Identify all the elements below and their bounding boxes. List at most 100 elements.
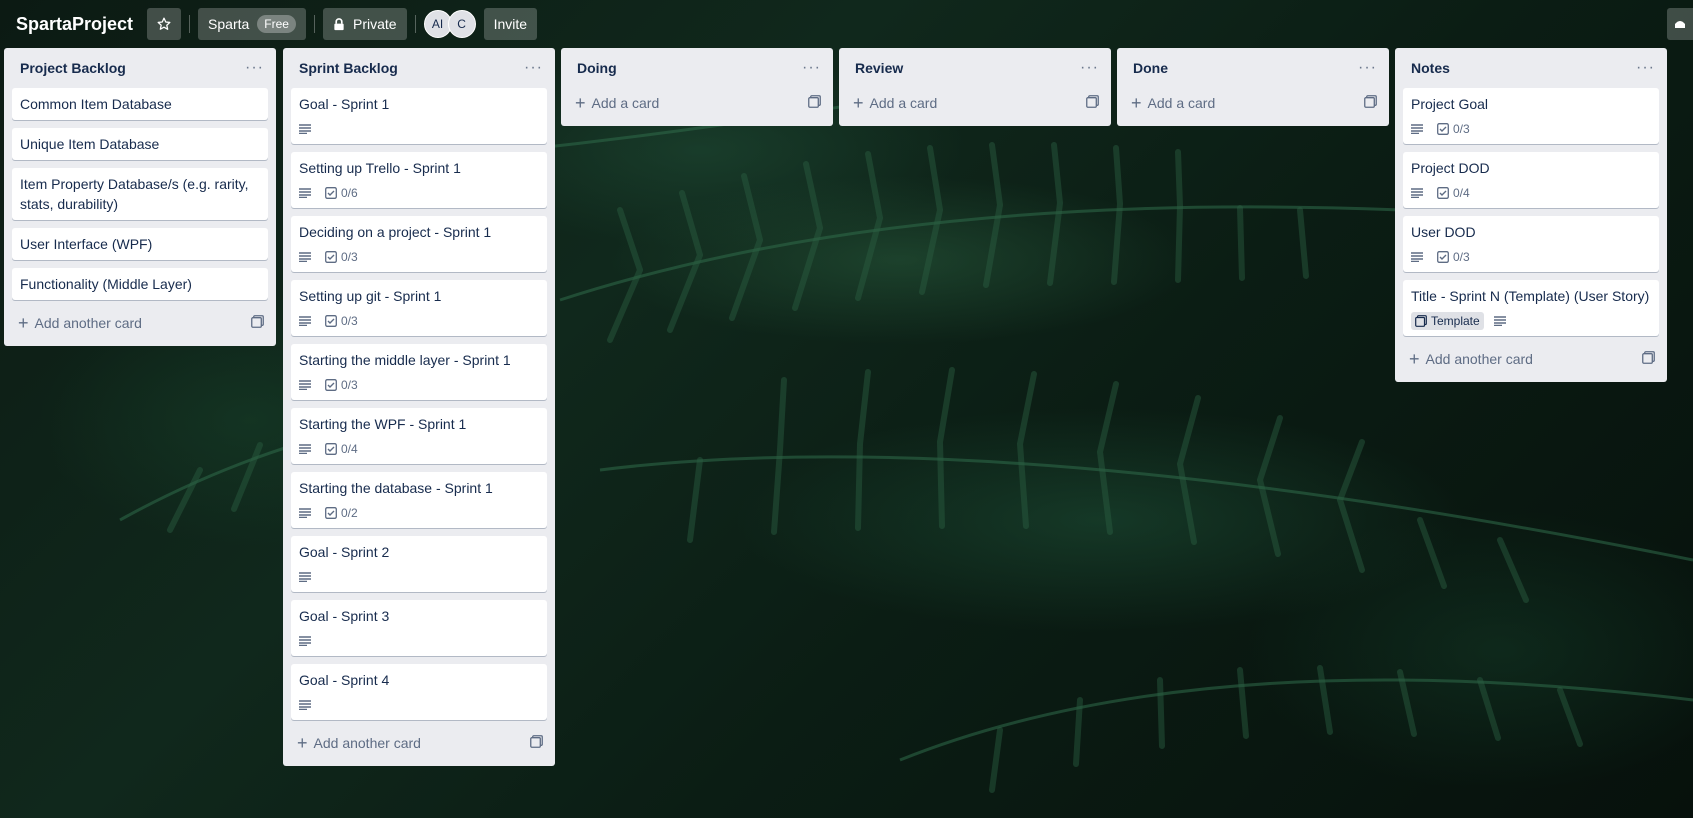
description-icon xyxy=(299,636,311,646)
card[interactable]: Goal - Sprint 1 xyxy=(291,88,547,144)
create-from-template-button[interactable] xyxy=(808,95,821,111)
list-title[interactable]: Doing xyxy=(577,60,617,76)
checklist-icon xyxy=(325,251,337,263)
checklist-badge: 0/6 xyxy=(325,186,358,200)
checklist-badge: 0/4 xyxy=(325,442,358,456)
list-sprint-backlog[interactable]: Sprint Backlog ··· Goal - Sprint 1 Setting … xyxy=(283,48,555,766)
list-doing[interactable]: Doing ··· + Add a card xyxy=(561,48,833,126)
description-badge xyxy=(299,508,315,518)
checklist-count: 0/4 xyxy=(1453,186,1470,200)
description-icon xyxy=(299,252,311,262)
checklist-icon xyxy=(325,443,337,455)
card[interactable]: Project Goal 0/3 xyxy=(1403,88,1659,144)
card-badges: 0/3 xyxy=(299,246,539,268)
list-title[interactable]: Review xyxy=(855,60,903,76)
list-review[interactable]: Review ··· + Add a card xyxy=(839,48,1111,126)
card[interactable]: Common Item Database xyxy=(12,88,268,120)
description-badge xyxy=(299,188,315,198)
list-actions-icon[interactable]: ··· xyxy=(245,59,264,77)
card-template-icon xyxy=(1364,95,1377,108)
list-actions-icon[interactable]: ··· xyxy=(802,59,821,77)
card-badges: Template xyxy=(1411,310,1651,332)
card-badges: 0/3 xyxy=(1411,246,1651,268)
card-template-icon xyxy=(251,315,264,328)
add-card-button[interactable]: + Add a card xyxy=(1125,88,1381,118)
card[interactable]: Project DOD 0/4 xyxy=(1403,152,1659,208)
checklist-badge: 0/2 xyxy=(325,506,358,520)
create-from-template-button[interactable] xyxy=(530,735,543,751)
list-notes[interactable]: Notes ··· Project Goal 0/3 Project DOD 0/4 Use… xyxy=(1395,48,1667,382)
card[interactable]: Setting up git - Sprint 1 0/3 xyxy=(291,280,547,336)
card[interactable]: Starting the database - Sprint 1 0/2 xyxy=(291,472,547,528)
card-template-icon xyxy=(530,735,543,748)
add-card-button[interactable]: + Add another card xyxy=(291,728,547,758)
card[interactable]: Goal - Sprint 2 xyxy=(291,536,547,592)
avatar[interactable]: C xyxy=(447,10,476,38)
menu-icon xyxy=(1675,21,1685,28)
description-badge xyxy=(299,572,315,582)
card-title: Goal - Sprint 4 xyxy=(299,672,390,688)
separator xyxy=(189,15,191,33)
checklist-badge: 0/3 xyxy=(325,314,358,328)
card[interactable]: Goal - Sprint 4 xyxy=(291,664,547,720)
add-card-button[interactable]: + Add another card xyxy=(12,308,268,338)
list-title[interactable]: Project Backlog xyxy=(20,60,126,76)
card[interactable]: Deciding on a project - Sprint 1 0/3 xyxy=(291,216,547,272)
card[interactable]: Starting the WPF - Sprint 1 0/4 xyxy=(291,408,547,464)
list-project-backlog[interactable]: Project Backlog ··· Common Item Database Un… xyxy=(4,48,276,346)
card[interactable]: Title - Sprint N (Template) (User Story)… xyxy=(1403,280,1659,336)
description-icon xyxy=(299,444,311,454)
add-card-button[interactable]: + Add a card xyxy=(569,88,825,118)
create-from-template-button[interactable] xyxy=(1086,95,1099,111)
lock-icon xyxy=(334,17,344,30)
card[interactable]: Setting up Trello - Sprint 1 0/6 xyxy=(291,152,547,208)
plus-icon: + xyxy=(575,93,586,113)
list-actions-icon[interactable]: ··· xyxy=(1358,59,1377,77)
checklist-icon xyxy=(325,507,337,519)
workspace-button[interactable]: Sparta Free xyxy=(198,8,306,40)
star-button[interactable] xyxy=(147,8,182,40)
list-actions-icon[interactable]: ··· xyxy=(524,59,543,77)
workspace-name: Sparta xyxy=(208,16,250,32)
card-badges xyxy=(299,694,539,716)
card[interactable]: Unique Item Database xyxy=(12,128,268,160)
visibility-button[interactable]: Private xyxy=(322,8,407,40)
card-title: Project Goal xyxy=(1411,96,1489,112)
card[interactable]: User DOD 0/3 xyxy=(1403,216,1659,272)
add-card-button[interactable]: + Add a card xyxy=(847,88,1103,118)
card-title: Project DOD xyxy=(1411,160,1490,176)
list-done[interactable]: Done ··· + Add a card xyxy=(1117,48,1389,126)
checklist-count: 0/3 xyxy=(341,314,358,328)
card-title: Starting the middle layer - Sprint 1 xyxy=(299,352,511,368)
description-badge xyxy=(299,252,315,262)
create-from-template-button[interactable] xyxy=(251,315,264,331)
card[interactable]: Starting the middle layer - Sprint 1 0/3 xyxy=(291,344,547,400)
card[interactable]: Functionality (Middle Layer) xyxy=(12,268,268,300)
card-template-icon xyxy=(808,95,821,108)
card-badges xyxy=(299,630,539,652)
checklist-badge: 0/3 xyxy=(1437,250,1470,264)
description-icon xyxy=(299,572,311,582)
description-badge xyxy=(299,380,315,390)
card-badges: 0/2 xyxy=(299,502,539,524)
list-actions-icon[interactable]: ··· xyxy=(1080,59,1099,77)
list-actions-icon[interactable]: ··· xyxy=(1636,59,1655,77)
card-badges: 0/3 xyxy=(299,374,539,396)
list-title[interactable]: Done xyxy=(1133,60,1168,76)
show-menu-button[interactable] xyxy=(1667,8,1693,40)
card[interactable]: User Interface (WPF) xyxy=(12,228,268,260)
create-from-template-button[interactable] xyxy=(1364,95,1377,111)
board-title[interactable]: SpartaProject xyxy=(8,14,141,35)
list-header: Doing ··· xyxy=(569,48,825,88)
create-from-template-button[interactable] xyxy=(1642,351,1655,367)
add-card-button[interactable]: + Add another card xyxy=(1403,344,1659,374)
card-title: Functionality (Middle Layer) xyxy=(20,276,192,292)
card-template-icon xyxy=(1086,95,1099,108)
card[interactable]: Item Property Database/s (e.g. rarity, s… xyxy=(12,168,268,220)
separator xyxy=(414,15,416,33)
invite-button[interactable]: Invite xyxy=(483,8,538,40)
list-header: Sprint Backlog ··· xyxy=(291,48,547,88)
list-title[interactable]: Notes xyxy=(1411,60,1450,76)
list-title[interactable]: Sprint Backlog xyxy=(299,60,398,76)
card[interactable]: Goal - Sprint 3 xyxy=(291,600,547,656)
